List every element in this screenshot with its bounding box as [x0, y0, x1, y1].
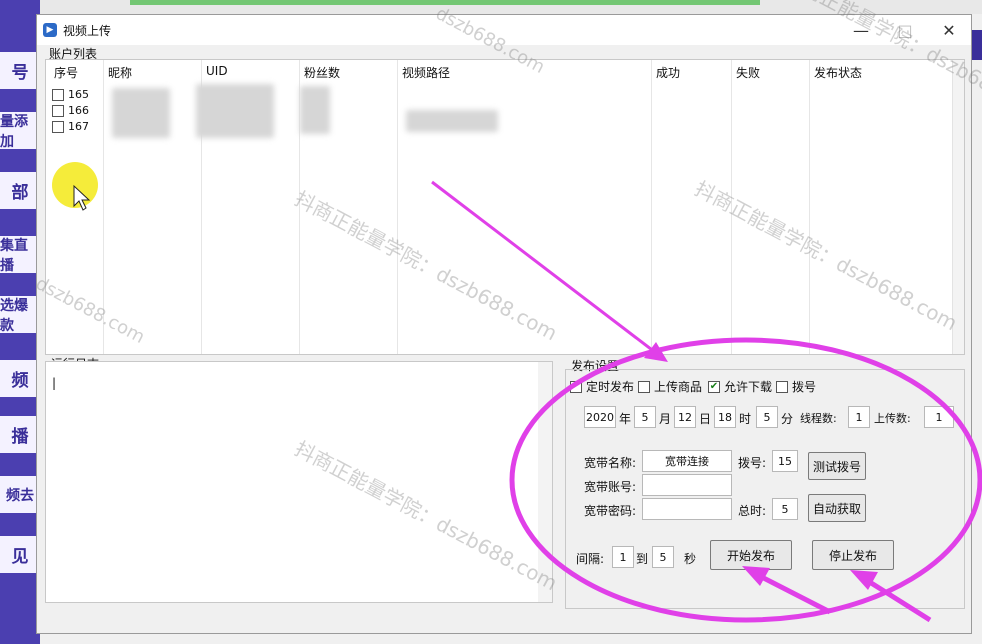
background-chip: 频 [0, 360, 40, 400]
threads-label: 线程数: [800, 412, 837, 425]
window-title: 视频上传 [63, 23, 112, 38]
upload-product-checkbox[interactable] [638, 380, 650, 393]
scheduled-publish-option[interactable]: 定时发布 [570, 378, 634, 395]
broadband-password-field[interactable] [642, 498, 732, 520]
hour-field[interactable]: 18 [714, 406, 736, 428]
auto-fetch-button[interactable]: 自动获取 [808, 494, 866, 522]
column-header-index[interactable]: 序号 [54, 64, 78, 81]
month-unit: 月 [659, 412, 672, 426]
table-row[interactable]: 166 [52, 104, 89, 117]
upload-product-option[interactable]: 上传商品 [638, 378, 702, 395]
day-unit: 日 [699, 412, 712, 426]
interval-label: 间隔: [576, 552, 605, 566]
day-field[interactable]: 12 [674, 406, 696, 428]
allow-download-checkbox[interactable]: ✔ [708, 380, 720, 393]
column-header-nickname[interactable]: 昵称 [108, 64, 132, 81]
scheduled-publish-label: 定时发布 [586, 380, 635, 394]
upload-count-label: 上传数: [874, 412, 911, 425]
blurred-nickname [112, 88, 170, 138]
hour-unit: 时 [739, 412, 752, 426]
dial-option-label: 拨号 [792, 380, 817, 394]
interval-to-field[interactable]: 5 [652, 546, 674, 568]
year-field[interactable]: 2020 [584, 406, 616, 428]
interval-from-field[interactable]: 1 [612, 546, 634, 568]
broadband-name-field[interactable]: 宽带连接 [642, 450, 732, 472]
broadband-account-field[interactable] [642, 474, 732, 496]
total-label: 总时: [738, 504, 767, 518]
background-sidebar: 号 量添加 部 集直播 选爆款 频 播 频去 见 [0, 0, 40, 644]
blurred-uid [196, 84, 274, 138]
seconds-label: 秒 [684, 552, 697, 566]
background-chip: 见 [0, 536, 40, 576]
stop-publish-button[interactable]: 停止发布 [812, 540, 894, 570]
month-field[interactable]: 5 [634, 406, 656, 428]
background-chip: 播 [0, 416, 40, 456]
table-row[interactable]: 167 [52, 120, 89, 133]
row-index: 166 [68, 104, 89, 117]
dial-checkbox[interactable] [776, 380, 788, 393]
column-header-status[interactable]: 发布状态 [814, 64, 862, 81]
column-header-followers[interactable]: 粉丝数 [304, 64, 340, 81]
allow-download-label: 允许下载 [724, 380, 773, 394]
column-header-success[interactable]: 成功 [656, 64, 680, 81]
upload-product-label: 上传商品 [654, 380, 703, 394]
row-index: 167 [68, 120, 89, 133]
mouse-highlight [52, 162, 98, 208]
column-header-uid[interactable]: UID [206, 64, 228, 78]
background-chip: 选爆款 [0, 296, 40, 336]
background-chip: 部 [0, 172, 40, 212]
publish-settings: 定时发布 上传商品 ✔ 允许下载 拨号 2020 年 5 月 12 日 18 时 … [565, 369, 965, 609]
log-area[interactable]: | [45, 361, 553, 603]
table-row[interactable]: 165 [52, 88, 89, 101]
threads-field[interactable]: 1 [848, 406, 870, 428]
row-index: 165 [68, 88, 89, 101]
background-chip: 量添加 [0, 112, 40, 152]
column-header-video-path[interactable]: 视频路径 [402, 64, 450, 81]
dial-option[interactable]: 拨号 [776, 378, 816, 395]
to-label: 到 [636, 552, 649, 566]
minute-field[interactable]: 5 [756, 406, 778, 428]
column-header-failed[interactable]: 失败 [736, 64, 760, 81]
row-checkbox[interactable] [52, 104, 64, 117]
total-field[interactable]: 5 [772, 498, 798, 520]
upload-count-field[interactable]: 1 [924, 406, 954, 428]
broadband-name-label: 宽带名称: [584, 456, 637, 470]
start-publish-button[interactable]: 开始发布 [710, 540, 792, 570]
blurred-video-path [406, 110, 498, 132]
broadband-password-label: 宽带密码: [584, 504, 637, 518]
row-checkbox[interactable] [52, 88, 64, 101]
blurred-followers [300, 86, 330, 134]
background-chip: 号 [0, 52, 40, 92]
app-icon: ▶ [43, 23, 57, 37]
year-unit: 年 [619, 412, 632, 426]
row-checkbox[interactable] [52, 120, 64, 133]
background-chip: 集直播 [0, 236, 40, 276]
log-text: | [52, 376, 57, 390]
allow-download-option[interactable]: ✔ 允许下载 [708, 378, 772, 395]
test-dial-button[interactable]: 测试拨号 [808, 452, 866, 480]
scheduled-publish-checkbox[interactable] [570, 380, 582, 393]
dial-label: 拨号: [738, 456, 767, 470]
dial-field[interactable]: 15 [772, 450, 798, 472]
background-chip: 频去 [0, 476, 40, 516]
minute-unit: 分 [781, 412, 794, 426]
broadband-account-label: 宽带账号: [584, 480, 637, 494]
